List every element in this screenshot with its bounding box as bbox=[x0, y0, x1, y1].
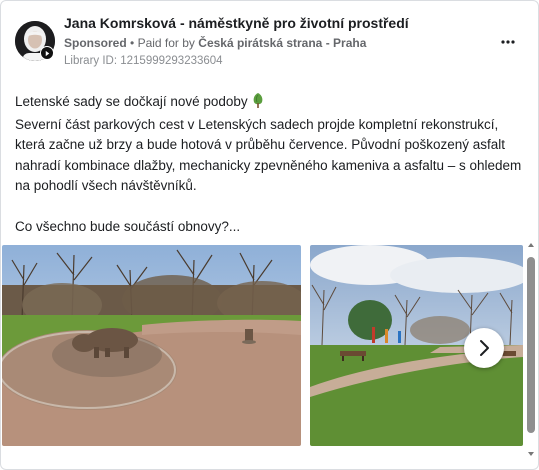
scroll-down-arrow-icon[interactable] bbox=[527, 450, 535, 458]
post-text-line-2: Severní část parkových cest v Letenských… bbox=[15, 116, 522, 194]
carousel-image-1[interactable] bbox=[2, 245, 301, 446]
post-text: Letenské sady se dočkají nové podoby Sev… bbox=[15, 92, 527, 238]
post-text-line-3[interactable]: Co všechno bude součástí obnovy?... bbox=[15, 217, 527, 238]
page-badge-icon bbox=[40, 46, 54, 60]
sponsor-line: Sponsored • Paid for by Česká pirátská s… bbox=[64, 36, 366, 50]
image-carousel bbox=[1, 245, 523, 447]
chevron-right-icon bbox=[480, 340, 489, 356]
paid-for-prefix: Paid for by bbox=[137, 36, 195, 50]
scroll-up-arrow-icon[interactable] bbox=[527, 241, 535, 249]
sponsored-label: Sponsored bbox=[64, 36, 127, 50]
scrollbar-thumb[interactable] bbox=[527, 257, 535, 433]
separator-dot: • bbox=[130, 36, 138, 50]
ellipsis-icon bbox=[501, 40, 515, 44]
tree-icon bbox=[251, 93, 265, 115]
more-options-button[interactable] bbox=[497, 34, 519, 50]
carousel-next-button[interactable] bbox=[464, 328, 504, 368]
ad-card: Jana Komrsková - náměstkyně pro životní … bbox=[0, 0, 539, 470]
advertiser-name[interactable]: Jana Komrsková - náměstkyně pro životní … bbox=[64, 15, 409, 31]
post-text-line-1: Letenské sady se dočkají nové podoby bbox=[15, 92, 527, 115]
library-id: Library ID: 1215999293233604 bbox=[64, 55, 223, 67]
payer-name[interactable]: Česká pirátská strana - Praha bbox=[198, 36, 366, 50]
